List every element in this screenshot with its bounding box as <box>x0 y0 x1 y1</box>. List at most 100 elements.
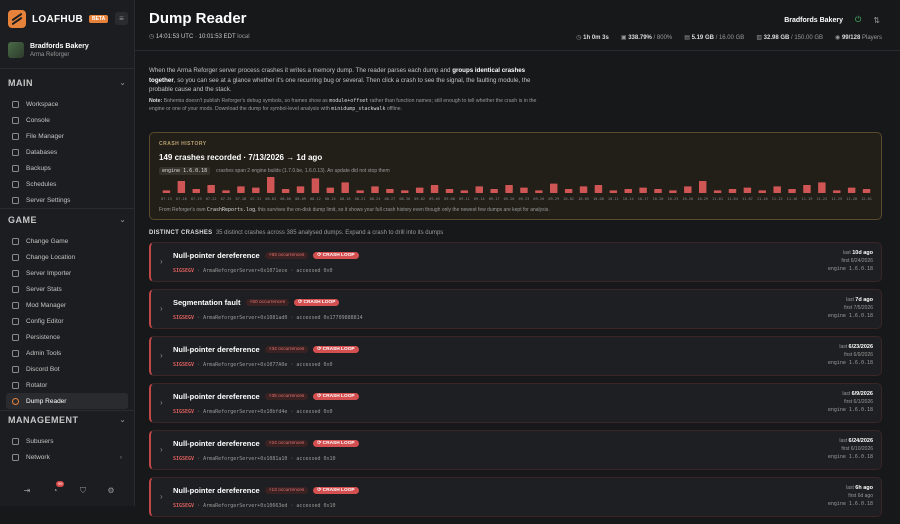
crash-meta: last 10d ago first 6/24/2026 engine 1.6.0.… <box>827 250 873 272</box>
history-bar[interactable] <box>192 189 200 193</box>
history-bar[interactable] <box>401 190 409 193</box>
chevron-right-icon[interactable]: › <box>160 492 163 501</box>
sidebar-item-change-game[interactable]: Change Game <box>6 233 128 249</box>
history-bar[interactable] <box>669 190 677 193</box>
crash-card[interactable]: › Null-pointer dereference ×13 occurrence… <box>149 477 882 517</box>
sidebar-item-server-settings[interactable]: Server Settings <box>6 192 128 208</box>
sidebar-item-discord-bot[interactable]: Discord Bot <box>6 361 128 377</box>
history-bar[interactable] <box>296 186 305 193</box>
logout-icon[interactable]: ⇥ <box>22 486 32 496</box>
sidebar-item-console[interactable]: Console <box>6 112 128 128</box>
history-bar[interactable] <box>326 187 335 193</box>
sidebar-item-server-importer[interactable]: Server Importer <box>6 265 128 281</box>
crash-signature: SIGSEGV · ArmaReforgerServer+0x1081ad0 ·… <box>173 315 363 321</box>
crash-card[interactable]: › Null-pointer dereference ×93 occurrence… <box>149 242 882 282</box>
history-bar[interactable] <box>475 186 483 193</box>
history-bar[interactable] <box>550 183 558 193</box>
chevron-right-icon[interactable]: › <box>160 398 163 407</box>
history-bar[interactable] <box>490 189 498 193</box>
history-bar[interactable] <box>728 189 737 193</box>
history-bar[interactable] <box>788 189 796 193</box>
sidebar-item-file-manager[interactable]: File Manager <box>6 128 128 144</box>
history-bar[interactable] <box>371 186 379 193</box>
sidebar-item-schedules[interactable]: Schedules <box>6 176 128 192</box>
history-bar[interactable] <box>252 187 260 193</box>
sidebar-item-backups[interactable]: Backups <box>6 160 128 176</box>
shield-icon[interactable]: ⛉ <box>78 486 88 496</box>
history-bar[interactable] <box>743 187 752 193</box>
history-bar[interactable] <box>356 190 364 193</box>
history-bar[interactable] <box>847 187 856 193</box>
history-bar[interactable] <box>698 181 707 193</box>
history-bar[interactable] <box>445 189 454 193</box>
chevron-right-icon[interactable]: › <box>160 445 163 454</box>
chevron-right-icon[interactable]: › <box>160 257 163 266</box>
power-icon[interactable]: ⏻ <box>855 15 861 25</box>
history-bar[interactable] <box>162 190 171 193</box>
history-bar[interactable] <box>684 186 692 193</box>
brand[interactable]: LOAFHUB BETA <box>8 10 109 28</box>
history-bar[interactable] <box>535 190 543 193</box>
history-bar[interactable] <box>266 177 275 193</box>
sidebar-item-change-location[interactable]: Change Location <box>6 249 128 265</box>
crash-card[interactable]: › Segmentation fault ×50 occurrences ⟳ CRA… <box>149 289 882 329</box>
history-bar[interactable] <box>520 187 528 193</box>
sidebar-item-dump-reader[interactable]: Dump Reader <box>6 393 128 409</box>
history-bar[interactable] <box>803 185 811 193</box>
history-bar[interactable] <box>862 189 871 193</box>
nav-section-management[interactable]: MANAGEMENT ⌄ <box>8 415 126 425</box>
history-bar[interactable] <box>415 187 424 193</box>
history-bar[interactable] <box>654 189 662 193</box>
chevron-right-icon[interactable]: › <box>160 351 163 360</box>
history-bar[interactable] <box>564 189 573 193</box>
sidebar-item-mod-manager[interactable]: Mod Manager <box>6 297 128 313</box>
sidebar-item-workspace[interactable]: Workspace <box>6 96 128 112</box>
history-bar[interactable] <box>341 182 349 193</box>
history-bar[interactable] <box>237 186 245 193</box>
history-bar[interactable] <box>609 190 618 193</box>
nav-section-game[interactable]: GAME ⌄ <box>8 215 126 225</box>
nav-section-main[interactable]: MAIN ⌄ <box>8 78 126 88</box>
history-bar[interactable] <box>758 190 767 193</box>
sidebar-item-server-stats[interactable]: Server Stats <box>6 281 128 297</box>
history-bar[interactable] <box>579 186 588 193</box>
crash-card[interactable]: › Null-pointer dereference ×34 occurrence… <box>149 336 882 376</box>
chevron-right-icon[interactable]: › <box>160 304 163 313</box>
history-bar[interactable] <box>505 185 513 193</box>
history-date-label: 09-20 <box>504 197 515 201</box>
crash-card[interactable]: › Null-pointer dereference ×24 occurrence… <box>149 430 882 470</box>
sidebar-item-subusers[interactable]: Subusers <box>6 433 128 449</box>
history-bar[interactable] <box>207 185 215 193</box>
history-bar[interactable] <box>177 181 186 193</box>
swap-icon[interactable]: ⇅ <box>873 16 880 25</box>
history-bar[interactable] <box>624 189 632 193</box>
main-content: Dump Reader ◷ 14:01:53 UTC · 10:01:53 ED… <box>135 0 900 517</box>
gear-icon[interactable]: ⚙ <box>106 486 116 496</box>
history-bar[interactable] <box>311 178 320 193</box>
sidebar-item-network[interactable]: Network › <box>6 449 128 465</box>
history-bar[interactable] <box>818 182 826 193</box>
crash-card[interactable]: › Null-pointer dereference ×35 occurrence… <box>149 383 882 423</box>
sidebar-item-databases[interactable]: Databases <box>6 144 128 160</box>
collapse-sidebar-button[interactable]: ≡ <box>115 12 128 25</box>
history-bar[interactable] <box>430 185 439 193</box>
history-bar[interactable] <box>833 190 841 193</box>
chevron-down-icon: ⌄ <box>119 217 126 224</box>
bell-icon[interactable]: ◔ 99 <box>50 481 65 496</box>
sidebar-item-rotator[interactable]: Rotator <box>6 377 128 393</box>
history-bar[interactable] <box>713 190 722 193</box>
server-game: Arma Reforger <box>30 51 70 58</box>
history-bar[interactable] <box>639 187 647 193</box>
network-icon <box>12 453 19 461</box>
sidebar-item-admin-tools[interactable]: Admin Tools <box>6 345 128 361</box>
history-bar[interactable] <box>281 189 290 193</box>
history-bar[interactable] <box>460 190 469 193</box>
history-bar[interactable] <box>594 185 603 193</box>
crash-meta: last 6h ago first 6d ago engine 1.6.0.18 <box>827 485 873 507</box>
sidebar-item-config-editor[interactable]: Config Editor <box>6 313 128 329</box>
history-bar[interactable] <box>222 190 230 193</box>
history-bar[interactable] <box>386 189 394 193</box>
history-bar[interactable] <box>773 186 781 193</box>
server-switcher[interactable]: Bradfords Bakery Arma Reforger <box>8 42 89 58</box>
sidebar-item-persistence[interactable]: Persistence <box>6 329 128 345</box>
